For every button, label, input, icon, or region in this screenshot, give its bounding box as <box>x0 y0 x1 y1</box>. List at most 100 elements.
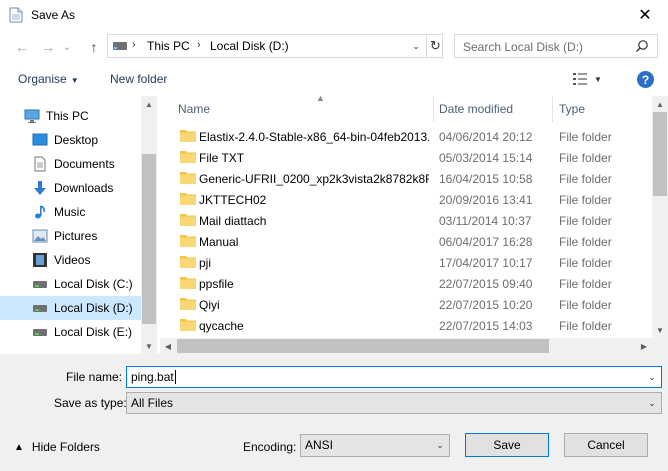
file-name-input[interactable]: ping.bat ⌄ <box>126 366 662 388</box>
date-modified-cell: 22/07/2015 14:03 <box>439 319 533 333</box>
chevron-down-icon: ⌄ <box>412 40 420 51</box>
help-button[interactable]: ? <box>637 71 654 88</box>
sidebar-item-videos[interactable]: Videos <box>0 248 141 272</box>
horizontal-scroll-thumb[interactable] <box>177 339 549 353</box>
scroll-up-icon[interactable]: ▲ <box>652 96 668 112</box>
sidebar-item-local-disk-c[interactable]: Local Disk (C:) <box>0 272 141 296</box>
sidebar-item-label: Documents <box>54 157 115 171</box>
encoding-label: Encoding: <box>243 440 297 454</box>
save-as-type-value: All Files <box>131 396 174 410</box>
table-row[interactable]: Manual 06/04/2017 16:28 File folder <box>160 231 652 252</box>
help-icon: ? <box>641 72 650 87</box>
drive-icon <box>33 305 47 312</box>
vertical-scroll-thumb[interactable] <box>653 112 667 196</box>
sidebar-item-label: Local Disk (C:) <box>54 277 133 291</box>
sidebar-item-local-disk-e[interactable]: Local Disk (E:) <box>0 320 141 344</box>
window-title: Save As <box>31 8 76 22</box>
type-cell: File folder <box>559 256 612 270</box>
breadcrumb-local-disk-d[interactable]: Local Disk (D:) <box>210 39 289 53</box>
table-row[interactable]: ppsfile 22/07/2015 09:40 File folder <box>160 273 652 294</box>
chevron-up-icon: ▲ <box>14 441 24 453</box>
table-row[interactable]: Generic-UFRII_0200_xp2k3vista2k8782k8R..… <box>160 168 652 189</box>
details-view-icon <box>573 73 587 85</box>
file-name-value: ping.bat <box>131 370 174 384</box>
table-row[interactable]: Mail diattach 03/11/2014 10:37 File folder <box>160 210 652 231</box>
save-as-type-select[interactable]: All Files ⌄ <box>126 392 662 414</box>
organise-button[interactable]: Organise ▼ <box>18 72 79 86</box>
file-name-dropdown-button[interactable]: ⌄ <box>643 367 661 387</box>
hide-folders-label: Hide Folders <box>31 440 100 454</box>
sidebar-item-desktop[interactable]: Desktop <box>0 128 141 152</box>
sidebar-item-music[interactable]: Music <box>0 200 141 224</box>
sidebar-scroll-thumb[interactable] <box>142 154 156 324</box>
encoding-dropdown-button[interactable]: ⌄ <box>431 435 449 455</box>
encoding-value: ANSI <box>305 438 334 452</box>
new-folder-button[interactable]: New folder <box>110 72 167 86</box>
arrow-up-icon: ↑ <box>90 39 98 55</box>
search-input[interactable]: Search Local Disk (D:) <box>454 34 658 58</box>
text-cursor <box>175 370 176 384</box>
encoding-select[interactable]: ANSI ⌄ <box>300 434 450 457</box>
date-modified-cell: 04/06/2014 20:12 <box>439 130 533 144</box>
column-header-date[interactable]: Date modified <box>439 96 551 122</box>
scrollbar-corner <box>652 338 668 354</box>
cancel-button[interactable]: Cancel <box>564 433 648 457</box>
scroll-right-icon[interactable]: ▶ <box>636 338 652 354</box>
chevron-down-icon: ⌄ <box>648 371 656 382</box>
address-dropdown-button[interactable]: ⌄ <box>408 35 424 57</box>
navigation-pane: This PC Desktop Documents Downloads Musi… <box>0 96 157 354</box>
type-cell: File folder <box>559 319 612 333</box>
change-view-button[interactable]: ▼ <box>572 70 612 88</box>
column-label: Name <box>178 102 211 116</box>
scroll-up-icon[interactable]: ▲ <box>141 96 157 112</box>
hide-folders-button[interactable]: ▲ Hide Folders <box>14 440 100 454</box>
folder-icon <box>180 151 196 163</box>
column-divider[interactable] <box>433 96 434 122</box>
refresh-icon: ↻ <box>430 38 441 53</box>
folder-icon <box>180 130 196 142</box>
close-button[interactable]: ✕ <box>622 0 668 30</box>
sidebar-scrollbar[interactable]: ▲ ▼ <box>141 96 157 354</box>
drive-icon <box>33 281 47 288</box>
up-button[interactable]: ↑ <box>84 37 104 57</box>
type-cell: File folder <box>559 130 612 144</box>
table-row[interactable]: qycache 22/07/2015 14:03 File folder <box>160 315 652 336</box>
file-name-cell: Generic-UFRII_0200_xp2k3vista2k8782k8R..… <box>199 172 429 186</box>
sidebar-item-local-disk-d[interactable]: Local Disk (D:) <box>0 296 141 320</box>
sidebar-item-documents[interactable]: Documents <box>0 152 141 176</box>
sidebar-item-this-pc[interactable]: This PC <box>0 104 141 128</box>
table-row[interactable]: JKTTECH02 20/09/2016 13:41 File folder <box>160 189 652 210</box>
column-divider[interactable] <box>552 96 553 122</box>
type-cell: File folder <box>559 193 612 207</box>
folder-icon <box>180 235 196 247</box>
table-row[interactable]: File TXT 05/03/2014 15:14 File folder <box>160 147 652 168</box>
file-list-vertical-scrollbar[interactable]: ▲ ▼ <box>652 96 668 338</box>
recent-locations-button[interactable]: ⌄ <box>60 37 74 57</box>
drive-icon <box>33 329 47 336</box>
file-name-cell: JKTTECH02 <box>199 193 267 207</box>
table-row[interactable]: Elastix-2.4.0-Stable-x86_64-bin-04feb201… <box>160 126 652 147</box>
sidebar-item-downloads[interactable]: Downloads <box>0 176 141 200</box>
column-header-type[interactable]: Type <box>559 96 649 122</box>
file-list-horizontal-scrollbar[interactable]: ◀ ▶ <box>160 338 652 354</box>
folder-icon <box>180 256 196 268</box>
file-list: ▲ Name Date modified Type Elastix-2.4.0-… <box>160 93 668 354</box>
address-bar[interactable]: › This PC › Local Disk (D:) ⌄ ↻ <box>107 34 443 58</box>
save-button[interactable]: Save <box>465 433 549 457</box>
forward-button[interactable]: → <box>38 37 58 57</box>
breadcrumb-separator: › <box>132 39 136 51</box>
scroll-down-icon[interactable]: ▼ <box>652 322 668 338</box>
table-row[interactable]: Qiyi 22/07/2015 10:20 File folder <box>160 294 652 315</box>
sidebar-item-pictures[interactable]: Pictures <box>0 224 141 248</box>
table-row[interactable]: pji 17/04/2017 10:17 File folder <box>160 252 652 273</box>
arrow-right-icon: → <box>41 39 55 55</box>
scroll-down-icon[interactable]: ▼ <box>141 338 157 354</box>
refresh-button[interactable]: ↻ <box>426 35 444 57</box>
breadcrumb-this-pc[interactable]: This PC <box>147 39 190 53</box>
back-button[interactable]: ← <box>12 37 32 57</box>
breadcrumb-separator: › <box>197 39 201 51</box>
scroll-left-icon[interactable]: ◀ <box>160 338 176 354</box>
close-icon: ✕ <box>638 7 652 24</box>
save-as-type-dropdown-button[interactable]: ⌄ <box>643 393 661 413</box>
column-header-name[interactable]: ▲ Name <box>178 93 432 122</box>
